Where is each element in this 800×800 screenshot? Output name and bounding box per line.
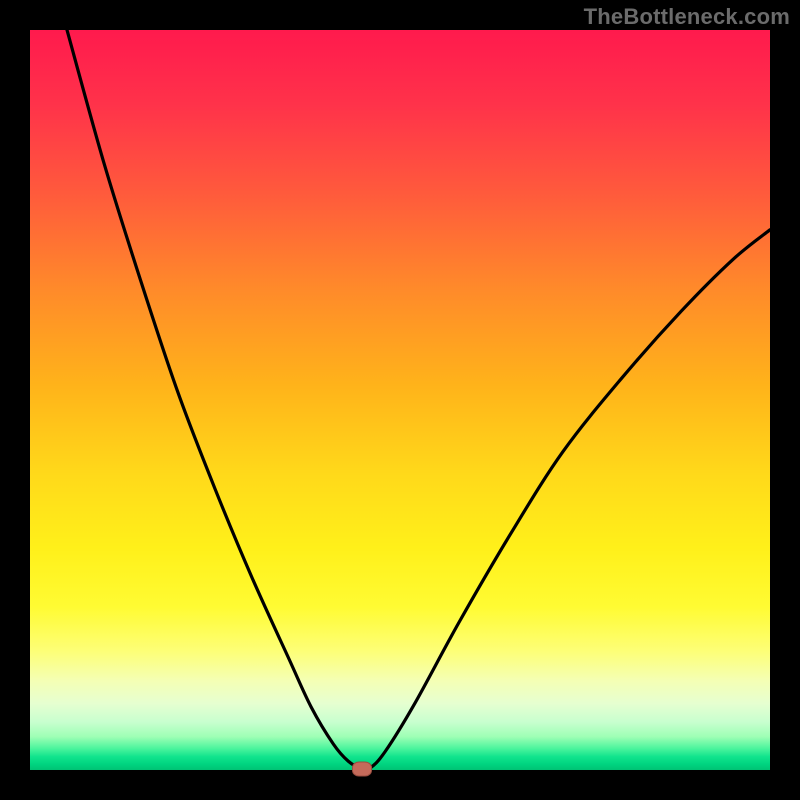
chart-frame: TheBottleneck.com xyxy=(0,0,800,800)
plot-area xyxy=(30,30,770,770)
watermark-text: TheBottleneck.com xyxy=(584,4,790,30)
min-point-marker xyxy=(352,761,372,776)
bottleneck-curve-path xyxy=(67,30,770,770)
curve-svg xyxy=(30,30,770,770)
